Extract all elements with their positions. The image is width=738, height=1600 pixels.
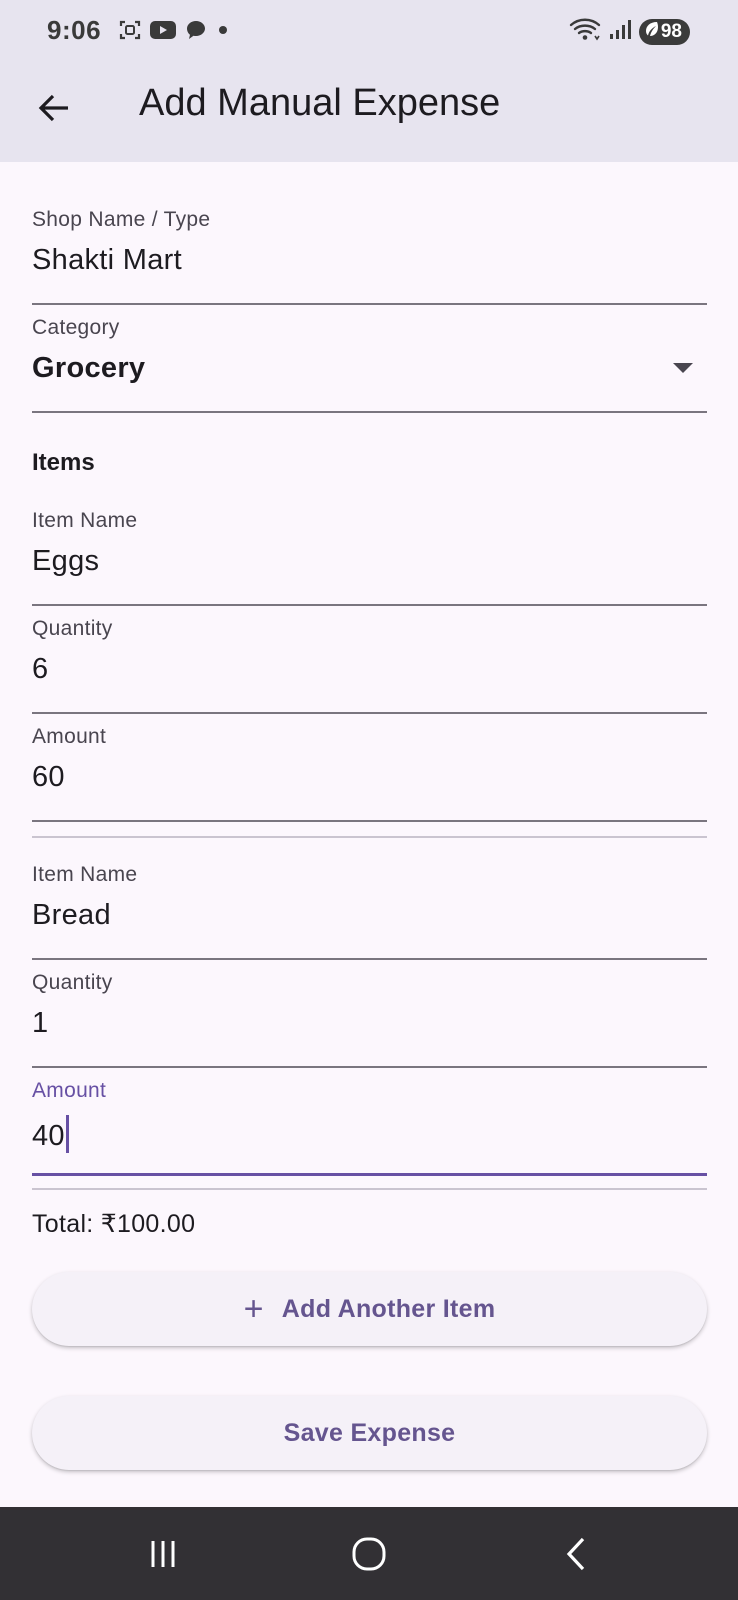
status-icons-left xyxy=(118,18,230,47)
category-dropdown[interactable]: Category Grocery xyxy=(32,316,707,413)
quantity-label: Quantity xyxy=(32,617,113,640)
page-title: Add Manual Expense xyxy=(139,82,501,124)
back-button[interactable] xyxy=(30,84,78,132)
item-2-quantity-field[interactable]: Quantity 1 xyxy=(32,971,707,1068)
status-time: 9:06 xyxy=(47,15,102,45)
item-divider xyxy=(32,836,707,838)
shop-name-field[interactable]: Shop Name / Type Shakti Mart xyxy=(32,208,707,305)
item-2-name-field[interactable]: Item Name Bread xyxy=(32,863,707,960)
status-bar: 9:06 98 xyxy=(0,0,738,64)
back-icon xyxy=(566,1537,585,1571)
total-amount: Total: ₹100.00 xyxy=(32,1210,196,1238)
system-nav-bar xyxy=(0,1507,738,1600)
status-icons-right: 98 xyxy=(569,16,690,47)
shop-name-label: Shop Name / Type xyxy=(32,208,211,231)
category-label: Category xyxy=(32,316,120,339)
amount-value: 40 xyxy=(32,1120,65,1152)
arrow-left-icon xyxy=(38,94,68,122)
shop-name-value: Shakti Mart xyxy=(32,244,182,276)
app-bar: Add Manual Expense xyxy=(0,64,738,162)
items-heading: Items xyxy=(32,449,95,476)
save-expense-label: Save Expense xyxy=(283,1418,456,1447)
category-value: Grocery xyxy=(32,352,146,384)
item-name-label: Item Name xyxy=(32,509,138,532)
header: 9:06 98 Add Manual Expense xyxy=(0,0,738,162)
amount-label: Amount xyxy=(32,1079,107,1102)
signal-icon xyxy=(609,17,631,46)
battery-level: 98 xyxy=(660,20,682,42)
add-item-button[interactable]: + Add Another Item xyxy=(32,1272,707,1346)
youtube-icon xyxy=(150,19,176,46)
home-icon xyxy=(352,1537,386,1571)
screenshot-icon xyxy=(118,18,142,47)
item-divider xyxy=(32,1188,707,1190)
item-name-value: Bread xyxy=(32,899,111,931)
home-button[interactable] xyxy=(339,1529,399,1579)
item-1-name-field[interactable]: Item Name Eggs xyxy=(32,509,707,606)
item-name-label: Item Name xyxy=(32,863,138,886)
quantity-value: 6 xyxy=(32,653,49,685)
amount-label: Amount xyxy=(32,725,107,748)
item-1-amount-field[interactable]: Amount 60 xyxy=(32,725,707,822)
plus-icon: + xyxy=(243,1290,264,1328)
dot-icon xyxy=(216,23,230,42)
dropdown-arrow-icon xyxy=(673,363,693,373)
chat-icon xyxy=(184,18,208,47)
screen: 9:06 98 Add Manual Expense Shop Name / T… xyxy=(0,0,738,1600)
recents-icon xyxy=(151,1541,175,1567)
wifi-icon xyxy=(569,16,601,47)
add-item-label: Add Another Item xyxy=(281,1294,496,1323)
amount-value: 60 xyxy=(32,761,65,793)
amount-value-wrapper: 40 xyxy=(32,1115,69,1153)
recents-button[interactable] xyxy=(133,1529,193,1579)
battery-indicator: 98 xyxy=(638,18,690,45)
item-1-quantity-field[interactable]: Quantity 6 xyxy=(32,617,707,714)
save-expense-button[interactable]: Save Expense xyxy=(32,1396,707,1470)
quantity-value: 1 xyxy=(32,1007,49,1039)
battery-saver-icon xyxy=(645,21,659,43)
item-2-amount-field[interactable]: Amount 40 xyxy=(32,1079,707,1176)
item-name-value: Eggs xyxy=(32,545,100,577)
quantity-label: Quantity xyxy=(32,971,113,994)
system-back-button[interactable] xyxy=(546,1529,606,1579)
text-cursor xyxy=(65,1115,69,1153)
